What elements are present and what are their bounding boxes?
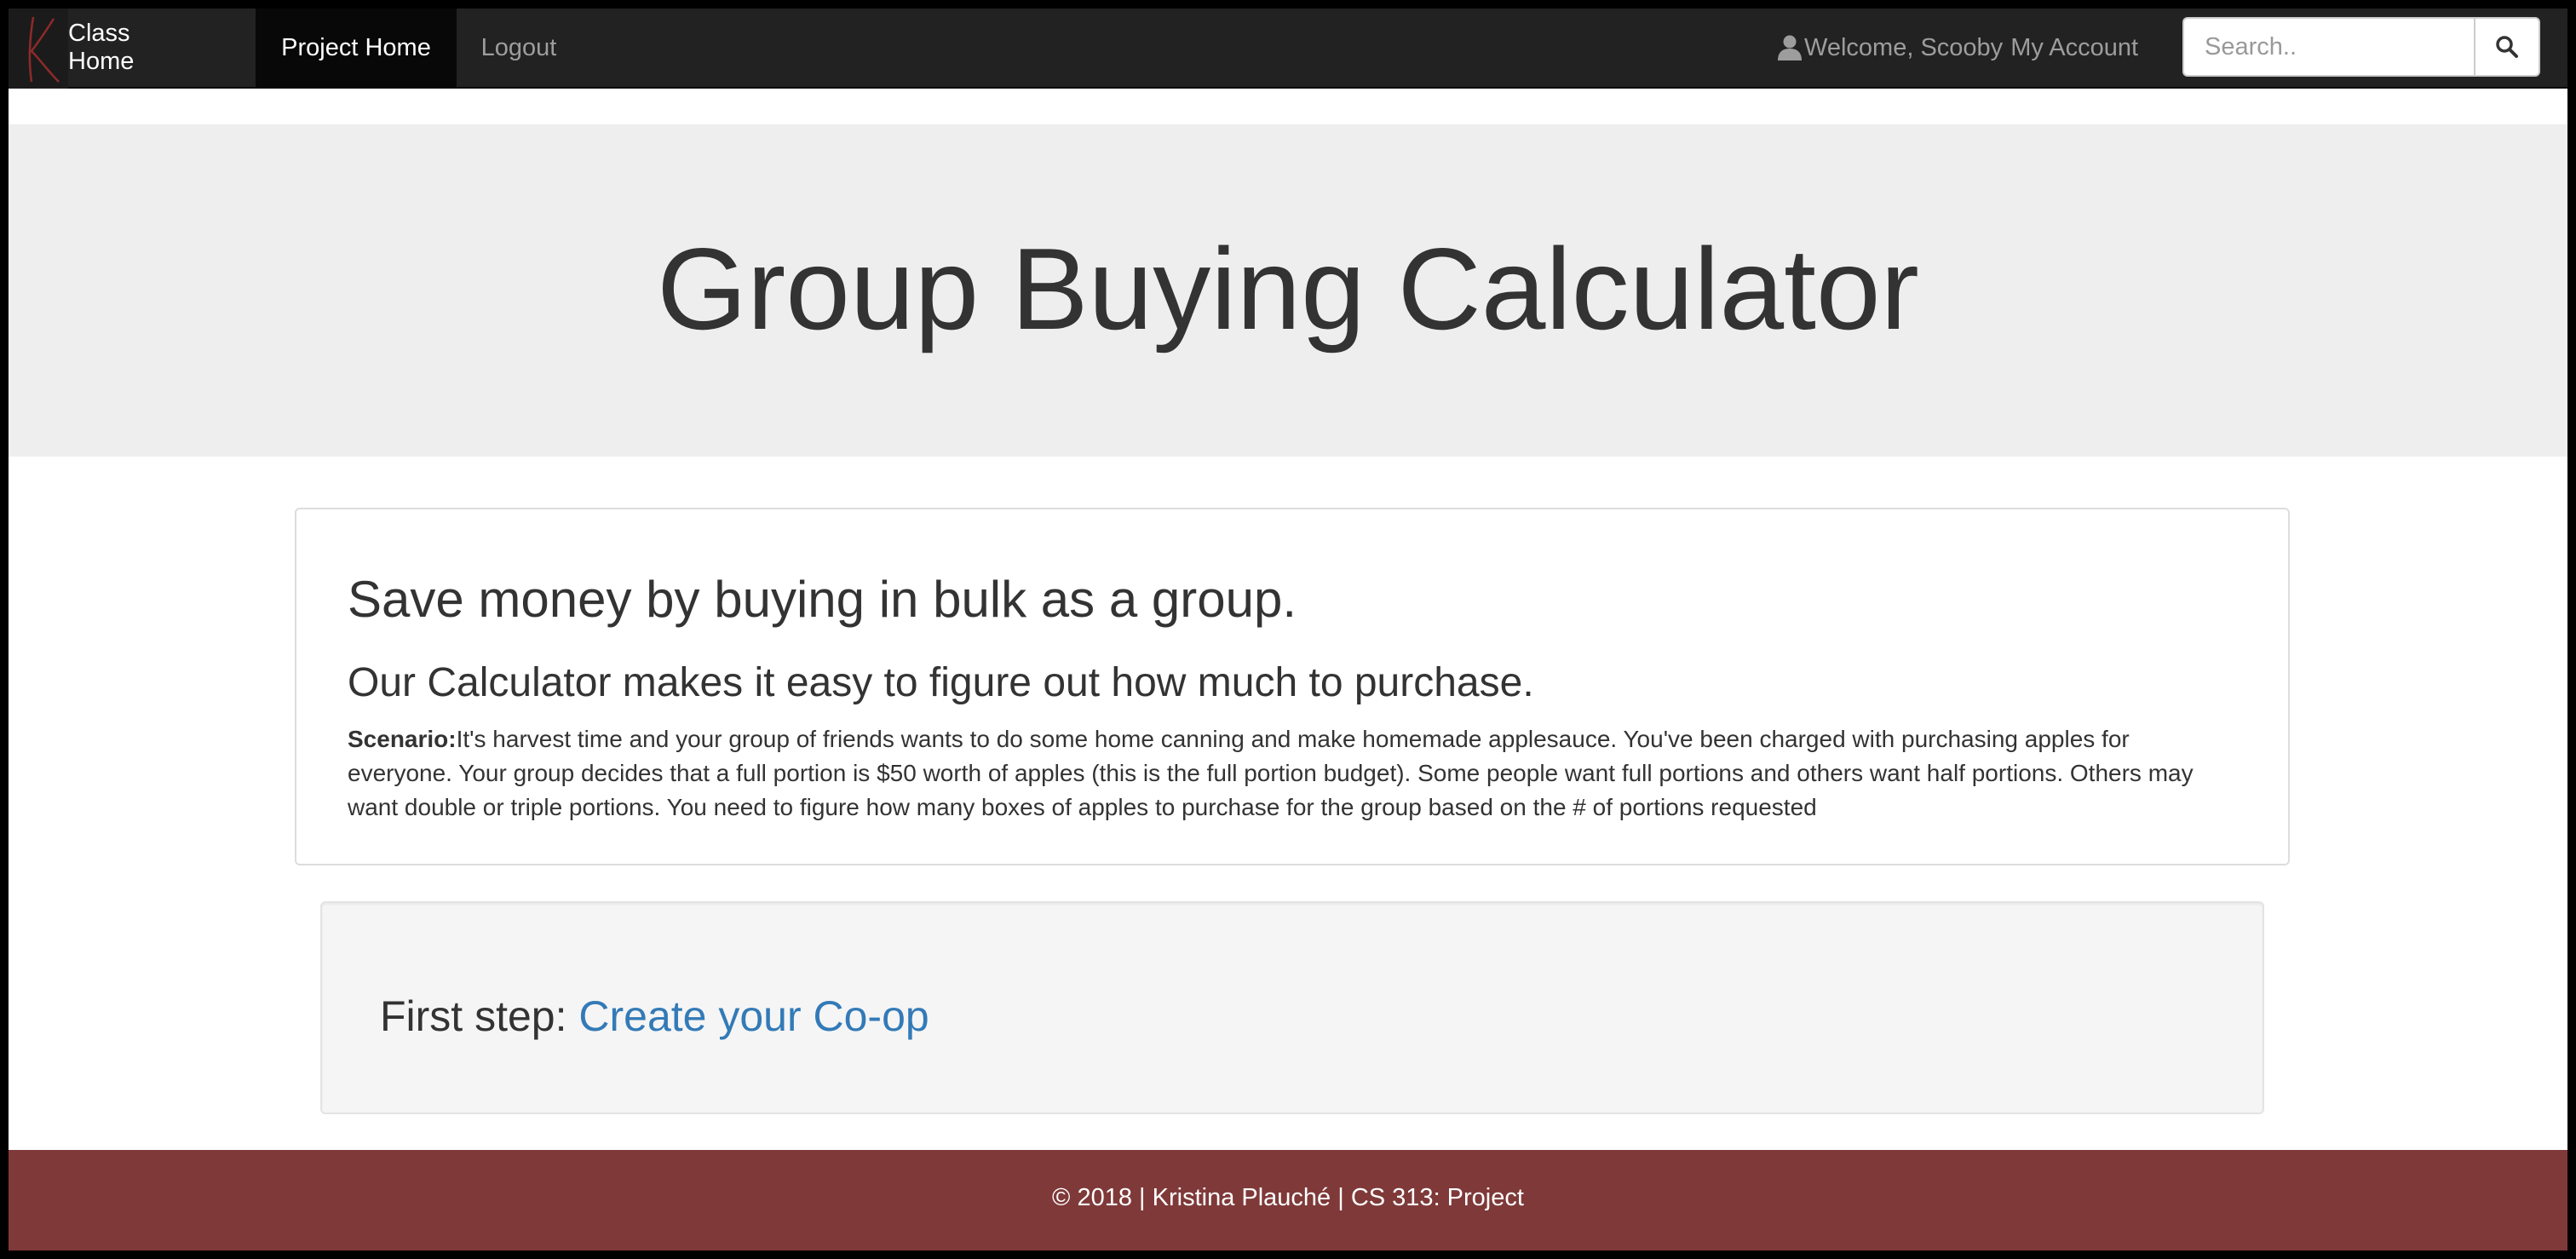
brand-logo[interactable] [9, 9, 68, 89]
scenario-text: It's harvest time and your group of frie… [348, 726, 2194, 820]
search-form [2182, 17, 2540, 77]
scenario-label: Scenario: [348, 726, 457, 752]
search-icon [2496, 36, 2518, 58]
create-coop-link[interactable]: Create your Co-op [578, 992, 929, 1040]
first-step-well: First step: Create your Co-op [320, 901, 2264, 1114]
k-logo-icon [28, 16, 60, 83]
browser-viewport: Class Home Project Home Logout Welcome, … [9, 9, 2567, 1250]
first-step-heading: First step: Create your Co-op [380, 995, 929, 1038]
page-footer: © 2018 | Kristina Plauché | CS 313: Proj… [9, 1150, 2567, 1250]
footer-text: © 2018 | Kristina Plauché | CS 313: Proj… [1052, 1183, 1524, 1211]
intro-subheading: Our Calculator makes it easy to figure o… [348, 660, 1534, 705]
nav-project-home[interactable]: Project Home [256, 9, 457, 87]
intro-panel: Save money by buying in bulk as a group.… [295, 508, 2290, 865]
nav-class-home[interactable]: Class Home [68, 9, 199, 87]
top-navbar: Class Home Project Home Logout Welcome, … [9, 9, 2567, 89]
nav-logout[interactable]: Logout [457, 9, 581, 87]
search-input[interactable] [2182, 17, 2474, 77]
account-menu[interactable]: Welcome, Scooby My Account [1777, 9, 2138, 87]
page-title: Group Buying Calculator [657, 224, 1919, 354]
my-account-link[interactable]: My Account [2010, 34, 2138, 62]
intro-heading: Save money by buying in bulk as a group. [348, 571, 1297, 628]
user-icon [1778, 35, 1802, 60]
jumbotron: Group Buying Calculator [9, 124, 2567, 457]
scenario-paragraph: Scenario:It's harvest time and your grou… [348, 722, 2239, 825]
first-step-label: First step: [380, 992, 567, 1040]
welcome-text: Welcome, Scooby [1804, 33, 2004, 61]
search-button[interactable] [2474, 17, 2540, 77]
